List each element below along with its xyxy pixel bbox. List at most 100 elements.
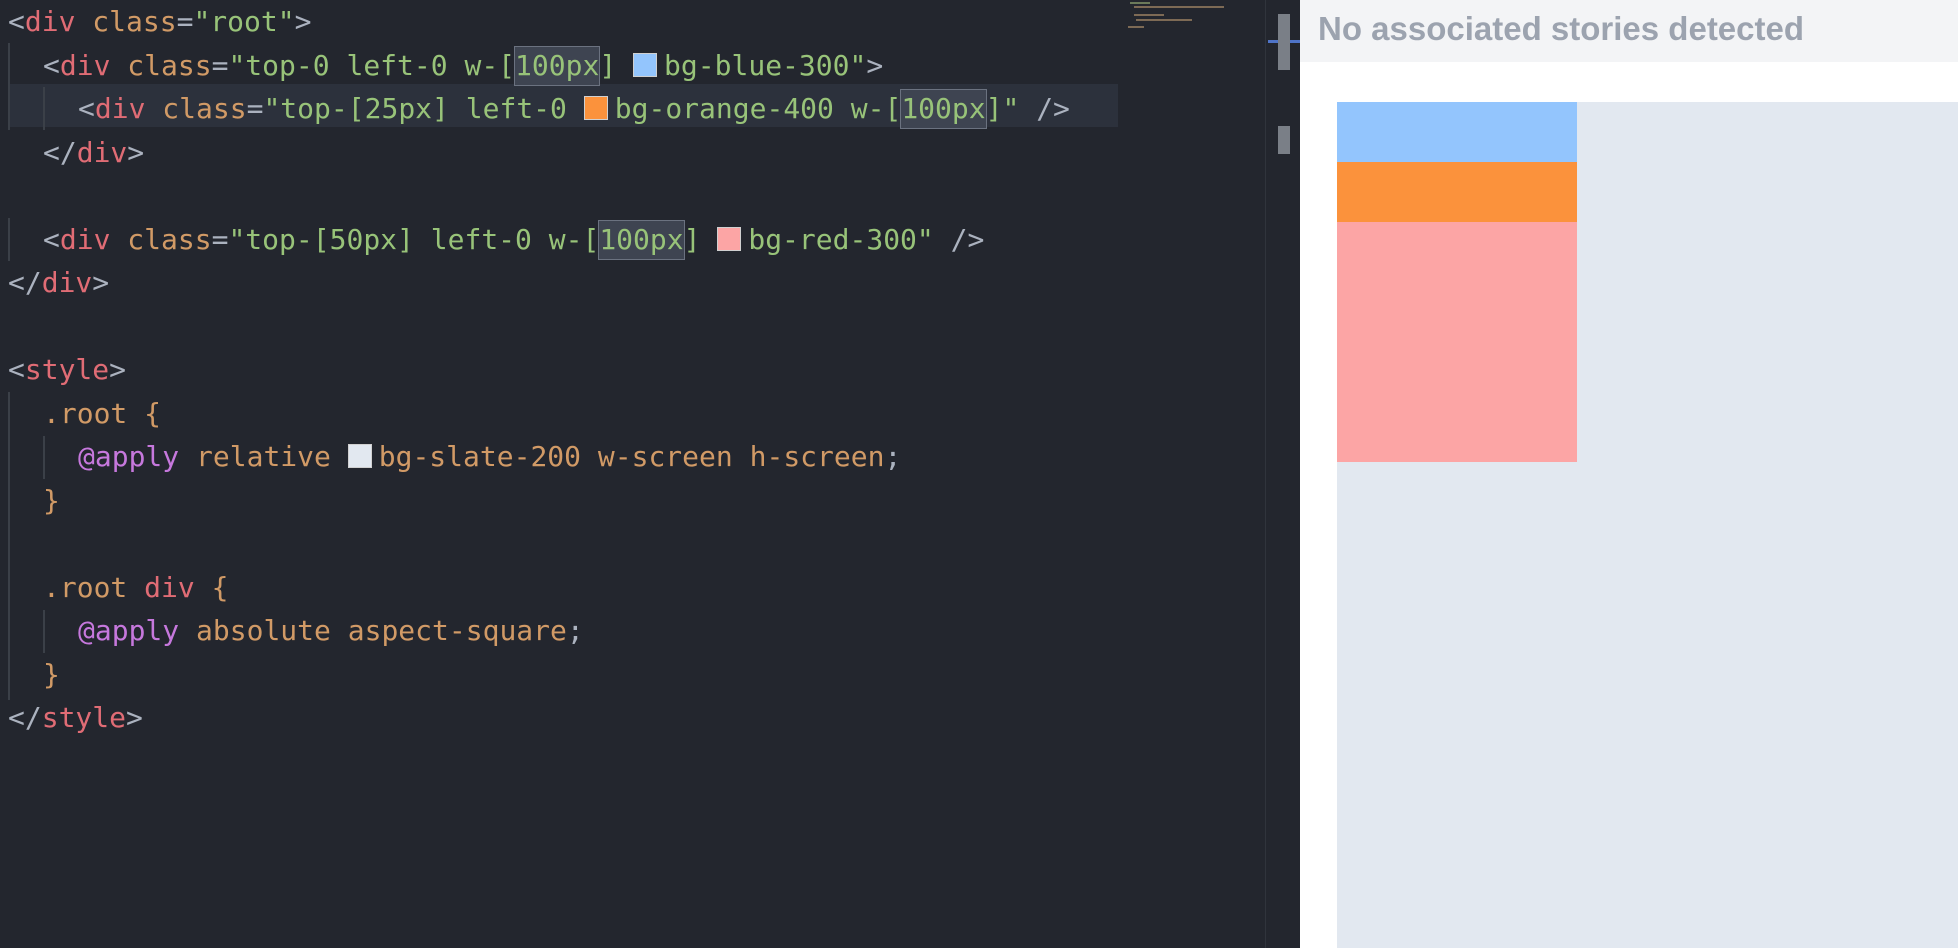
code-token: } bbox=[43, 658, 60, 691]
code-token: < bbox=[43, 49, 60, 82]
code-token: @apply bbox=[78, 614, 180, 647]
code-token: "top-[25px] left-0 bbox=[263, 92, 584, 125]
indent-guide bbox=[8, 43, 10, 130]
code-token: .root bbox=[43, 571, 128, 604]
highlighted-token: 100px bbox=[900, 89, 987, 129]
preview-root-canvas bbox=[1337, 102, 1958, 948]
code-line[interactable]: .root { bbox=[43, 392, 161, 435]
code-token: div bbox=[94, 92, 146, 125]
code-token: absolute aspect-square bbox=[179, 614, 567, 647]
scrollbar-thumb[interactable] bbox=[1278, 14, 1290, 70]
minimap-line bbox=[1134, 6, 1224, 8]
code-token: "root" bbox=[193, 5, 295, 38]
code-token: style bbox=[41, 701, 127, 734]
scrollbar-thumb-secondary[interactable] bbox=[1278, 126, 1290, 154]
code-token: class bbox=[127, 223, 212, 256]
code-token: > bbox=[109, 353, 127, 386]
code-token: .root bbox=[43, 397, 128, 430]
code-line[interactable]: <div class="top-[50px] left-0 w-[100px] … bbox=[43, 218, 984, 261]
code-token: class bbox=[162, 92, 247, 125]
code-token: ; bbox=[884, 440, 902, 473]
code-token: div bbox=[59, 49, 111, 82]
preview-title: No associated stories detected bbox=[1318, 10, 1805, 47]
code-token: > bbox=[126, 701, 143, 734]
highlighted-token: 100px bbox=[514, 46, 601, 86]
code-token: < bbox=[43, 223, 60, 256]
code-token: ]" bbox=[985, 92, 1020, 125]
code-editor[interactable]: <div class="root"> <div class="top-0 left… bbox=[0, 0, 1265, 948]
editor-scrollbar[interactable] bbox=[1265, 0, 1301, 948]
code-token: = bbox=[176, 5, 194, 38]
indent-guide bbox=[8, 392, 10, 700]
code-line[interactable]: <style> bbox=[8, 348, 126, 391]
minimap-line bbox=[1134, 14, 1164, 16]
code-token: div bbox=[24, 5, 76, 38]
code-token: div bbox=[41, 266, 93, 299]
code-token: > bbox=[127, 136, 145, 169]
indent-guide bbox=[43, 610, 45, 653]
code-token: </ bbox=[43, 136, 77, 169]
code-token: = bbox=[211, 49, 229, 82]
code-token: > bbox=[866, 49, 884, 82]
blue-square bbox=[1337, 102, 1577, 162]
color-swatch-icon[interactable] bbox=[347, 444, 372, 468]
minimap-line bbox=[1136, 19, 1192, 21]
code-line[interactable]: <div class="top-[25px] left-0 bg-orange-… bbox=[78, 87, 1070, 130]
code-token: div bbox=[59, 223, 111, 256]
code-line[interactable]: <div class="root"> bbox=[8, 0, 311, 43]
code-token: bg-orange-400 w-[ bbox=[614, 92, 902, 125]
code-line[interactable]: @apply absolute aspect-square; bbox=[78, 609, 584, 652]
code-token: < bbox=[8, 353, 25, 386]
preview-header: No associated stories detected bbox=[1300, 0, 1958, 62]
code-token: div bbox=[127, 571, 195, 604]
code-token: "top-0 left-0 w-[ bbox=[228, 49, 516, 82]
code-token: { bbox=[194, 571, 229, 604]
code-line[interactable]: </div> bbox=[8, 261, 109, 304]
code-token: /> bbox=[1019, 92, 1070, 125]
code-token: class bbox=[127, 49, 212, 82]
color-swatch-icon[interactable] bbox=[583, 96, 608, 120]
code-token: bg-red-300" bbox=[748, 223, 934, 256]
code-line[interactable]: .root div { bbox=[43, 566, 228, 609]
code-token: </ bbox=[8, 701, 42, 734]
code-token: bg-blue-300" bbox=[664, 49, 867, 82]
color-swatch-icon[interactable] bbox=[633, 53, 658, 77]
preview-pane: No associated stories detected bbox=[1300, 0, 1958, 948]
code-token: ] bbox=[683, 223, 718, 256]
code-line[interactable]: </div> bbox=[43, 131, 144, 174]
code-token: /> bbox=[933, 223, 985, 256]
code-token: > bbox=[294, 5, 312, 38]
code-token: style bbox=[24, 353, 110, 386]
code-token: < bbox=[78, 92, 95, 125]
minimap-line bbox=[1130, 2, 1150, 4]
code-token: "top-[50px] left-0 w-[ bbox=[228, 223, 600, 256]
indent-guide bbox=[43, 436, 45, 479]
code-line[interactable]: @apply relative bg-slate-200 w-screen h-… bbox=[78, 435, 901, 478]
code-token: ] bbox=[599, 49, 634, 82]
color-swatch-icon[interactable] bbox=[717, 227, 742, 251]
code-token: < bbox=[8, 5, 25, 38]
minimap[interactable] bbox=[1122, 0, 1232, 34]
code-token: } bbox=[43, 484, 60, 517]
code-line[interactable]: } bbox=[43, 653, 60, 696]
code-line[interactable]: </style> bbox=[8, 696, 143, 739]
red-square bbox=[1337, 222, 1577, 462]
code-line[interactable]: <div class="top-0 left-0 w-[100px] bg-bl… bbox=[43, 44, 883, 87]
code-line[interactable]: } bbox=[43, 479, 60, 522]
code-token: class bbox=[92, 5, 177, 38]
code-token: = bbox=[211, 223, 229, 256]
code-token: = bbox=[246, 92, 264, 125]
code-token: div bbox=[76, 136, 128, 169]
orange-square bbox=[1337, 162, 1577, 222]
indent-guide bbox=[8, 218, 10, 261]
code-token: > bbox=[92, 266, 110, 299]
code-token: relative bbox=[179, 440, 348, 473]
indent-guide bbox=[43, 87, 45, 130]
code-token: { bbox=[127, 397, 162, 430]
code-token: </ bbox=[8, 266, 42, 299]
code-token: @apply bbox=[78, 440, 180, 473]
